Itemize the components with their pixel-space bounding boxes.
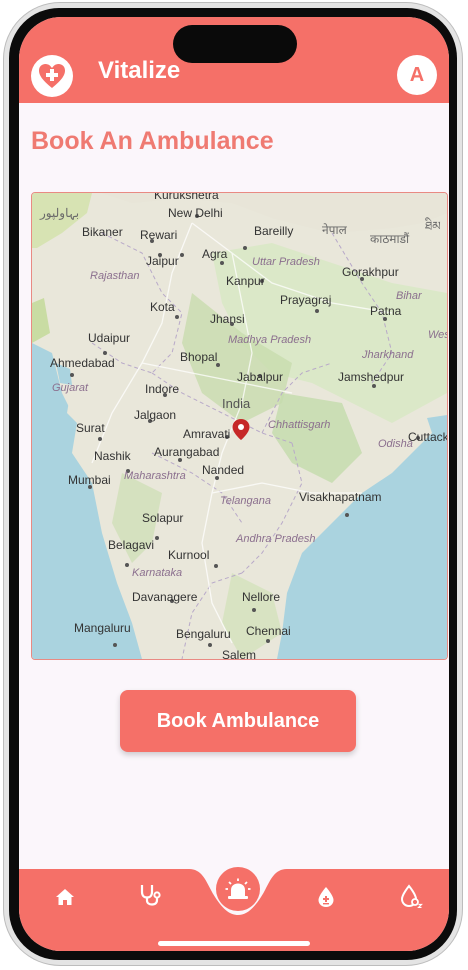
map-label-kanpur: Kanpur bbox=[226, 274, 265, 288]
nav-home[interactable] bbox=[51, 883, 79, 911]
book-ambulance-button[interactable]: Book Ambulance bbox=[120, 690, 356, 752]
map-label-aurangabad: Aurangabad bbox=[154, 445, 220, 459]
map-label-kurnool: Kurnool bbox=[168, 548, 210, 562]
map-view[interactable]: بہاولپور Kurukshetra New Delhi Bikaner R… bbox=[31, 192, 448, 660]
map-label-amravati: Amravati bbox=[183, 427, 231, 441]
map-label-new-delhi: New Delhi bbox=[168, 206, 223, 220]
map-label-nanded: Nanded bbox=[202, 463, 245, 477]
siren-icon bbox=[225, 878, 251, 899]
map-label-thimphu: ཐིམ bbox=[425, 219, 441, 233]
map-label-bareilly: Bareilly bbox=[254, 224, 294, 238]
map-label-bahawalpur: بہاولپور bbox=[40, 206, 80, 220]
map-label-gorakhpur: Gorakhpur bbox=[342, 265, 399, 279]
map-label-bengaluru: Bengaluru bbox=[176, 627, 231, 641]
map-label-prayagraj: Prayagraj bbox=[280, 293, 332, 307]
map-label-bihar: Bihar bbox=[396, 290, 422, 302]
map-label-ahmedabad: Ahmedabad bbox=[50, 356, 115, 370]
app-logo[interactable] bbox=[31, 55, 73, 97]
blood-drop-icon bbox=[318, 887, 334, 907]
map-label-telangana: Telangana bbox=[220, 495, 271, 507]
map-label-solapur: Solapur bbox=[142, 511, 184, 525]
map-label-gujarat: Gujarat bbox=[52, 382, 89, 394]
map-label-belagavi: Belagavi bbox=[108, 538, 155, 552]
map-label-rewari: Rewari bbox=[140, 228, 178, 242]
map-label-udaipur: Udaipur bbox=[88, 331, 131, 345]
nav-blood-donation[interactable] bbox=[312, 883, 340, 911]
map-label-andhra-pradesh: Andhra Pradesh bbox=[236, 533, 316, 545]
heart-plus-icon bbox=[39, 64, 65, 88]
map-label-chennai: Chennai bbox=[246, 624, 291, 638]
map-label-mumbai: Mumbai bbox=[68, 473, 111, 487]
avatar[interactable]: A bbox=[397, 55, 437, 95]
map-label-rajasthan: Rajasthan bbox=[90, 270, 140, 282]
stethoscope-icon bbox=[140, 885, 161, 906]
map-label-karnataka: Karnataka bbox=[132, 567, 183, 579]
home-indicator bbox=[158, 941, 310, 946]
map-label-kurukshetra: Kurukshetra bbox=[154, 192, 219, 202]
home-icon bbox=[56, 889, 74, 905]
map-label-jharkhand: Jharkhand bbox=[362, 349, 414, 361]
map-label-maharashtra: Maharashtra bbox=[124, 470, 186, 482]
map-label-jaipur: Jaipur bbox=[146, 254, 179, 268]
map-label-nellore: Nellore bbox=[242, 590, 281, 604]
screen: Vitalize A Book An Ambulance بہاولپور Ku… bbox=[19, 17, 449, 951]
nav-doctor[interactable] bbox=[136, 881, 164, 909]
page-title: Book An Ambulance bbox=[31, 127, 274, 155]
nav-oxygen[interactable] bbox=[397, 882, 425, 910]
map-label-visakhapatnam: Visakhapatnam bbox=[299, 490, 382, 504]
map-label-kathmandu: काठमाडौं bbox=[370, 232, 410, 246]
map-label-nepal: नेपाल bbox=[322, 223, 347, 237]
map-label-jamshedpur: Jamshedpur bbox=[338, 370, 405, 384]
map-label-jhansi: Jhansi bbox=[210, 312, 245, 326]
dynamic-island bbox=[173, 25, 297, 63]
map-label-india: India bbox=[222, 396, 251, 411]
map-label-west-clipped: Wes bbox=[428, 329, 448, 341]
oxygen-drop-icon bbox=[400, 884, 423, 908]
map-label-madhya-pradesh: Madhya Pradesh bbox=[228, 334, 312, 346]
map-label-indore: Indore bbox=[145, 382, 180, 396]
map-label-salem: Salem bbox=[222, 648, 257, 660]
map-label-kota: Kota bbox=[150, 300, 175, 314]
nav-ambulance[interactable] bbox=[216, 867, 260, 911]
map-label-davanagere: Davanagere bbox=[132, 590, 198, 604]
map-label-patna: Patna bbox=[370, 304, 402, 318]
map-label-cuttack: Cuttack bbox=[408, 430, 448, 444]
map-label-bikaner: Bikaner bbox=[82, 225, 123, 239]
map-label-surat: Surat bbox=[76, 421, 105, 435]
map-label-jabalpur: Jabalpur bbox=[237, 370, 284, 384]
app-title: Vitalize bbox=[98, 57, 181, 84]
map-label-uttar-pradesh: Uttar Pradesh bbox=[252, 256, 320, 268]
map-label-agra: Agra bbox=[202, 247, 228, 261]
map-label-mangaluru: Mangaluru bbox=[74, 621, 131, 635]
map-label-bhopal: Bhopal bbox=[180, 350, 218, 364]
map-label-chhattisgarh: Chhattisgarh bbox=[268, 419, 331, 431]
map-label-nashik: Nashik bbox=[94, 449, 131, 463]
map-label-jalgaon: Jalgaon bbox=[134, 408, 177, 422]
